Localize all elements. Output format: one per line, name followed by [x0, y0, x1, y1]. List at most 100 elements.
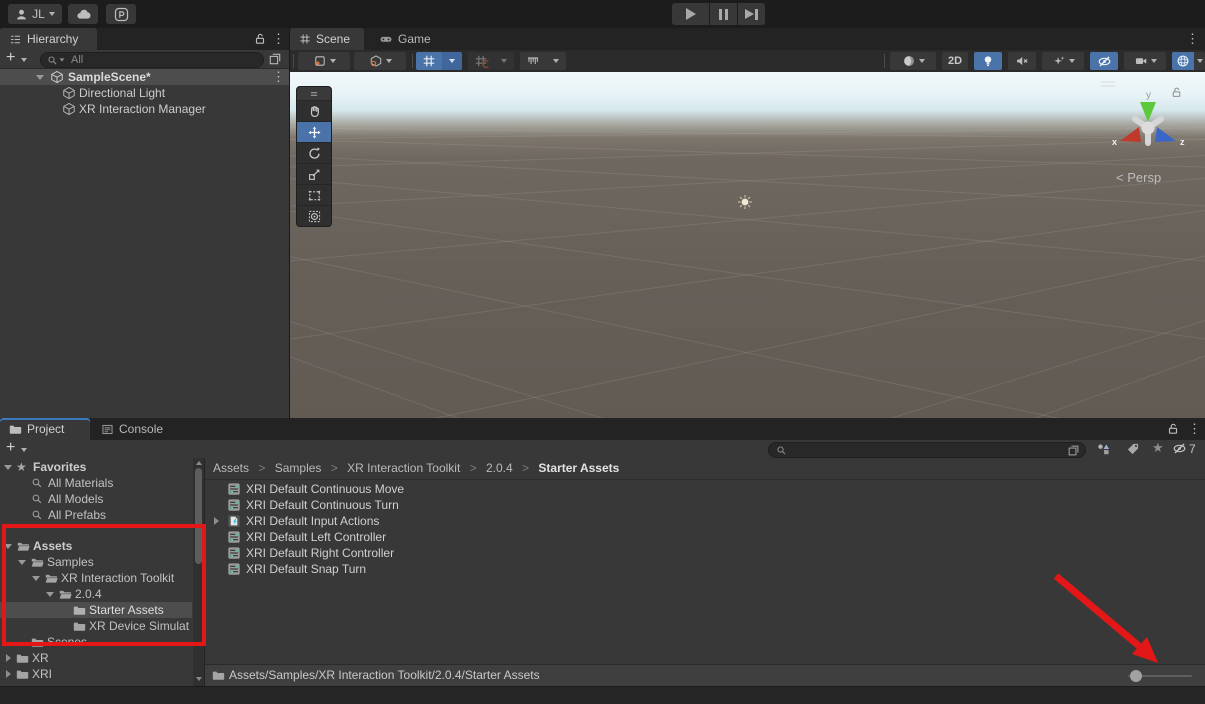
ruler-dropdown[interactable]	[546, 52, 566, 70]
caret-down-icon[interactable]	[18, 560, 26, 565]
audio-toggle-button[interactable]	[1008, 52, 1036, 70]
tree-item-all-materials[interactable]: All Materials	[0, 475, 204, 491]
tree-item-scenes[interactable]: Scenes	[0, 634, 204, 650]
scene-menu-icon[interactable]: ⋮	[1186, 28, 1199, 50]
tree-item-xri[interactable]: XRI	[0, 666, 204, 682]
hand-tool-button[interactable]	[297, 100, 331, 121]
breadcrumb-item[interactable]: 2.0.4	[486, 461, 513, 475]
add-gameobject-button[interactable]: +	[6, 49, 15, 67]
shading-mode-button[interactable]	[890, 52, 936, 70]
scene-visibility-button[interactable]	[1090, 52, 1118, 70]
axis-z-cone[interactable]	[1155, 127, 1176, 142]
tab-game[interactable]: Game	[370, 28, 448, 50]
caret-down-icon[interactable]	[4, 465, 12, 470]
hidden-count-button[interactable]: 7	[1172, 441, 1196, 456]
axis-x-cone[interactable]	[1120, 127, 1141, 142]
asset-row[interactable]: XRI Default Snap Turn	[205, 561, 1195, 577]
rect-tool-button[interactable]	[297, 184, 331, 205]
breadcrumb-item[interactable]: XR Interaction Toolkit	[347, 461, 460, 475]
filter-by-type-icon[interactable]	[1096, 442, 1111, 457]
asset-row[interactable]: XRI Default Continuous Turn	[205, 497, 1195, 513]
hierarchy-menu-icon[interactable]: ⋮	[272, 28, 285, 50]
caret-right-icon[interactable]	[6, 670, 11, 678]
cloud-button[interactable]	[68, 4, 98, 24]
caret-right-icon[interactable]	[6, 654, 11, 662]
orientation-gizmo[interactable]: y x z	[1106, 82, 1190, 166]
asset-row[interactable]: XRI Default Right Controller	[205, 545, 1195, 561]
gizmos-dropdown[interactable]	[1194, 52, 1205, 70]
scroll-down-icon[interactable]	[196, 677, 202, 681]
create-dropdown-icon[interactable]	[21, 448, 27, 452]
step-button[interactable]	[738, 3, 765, 25]
version-control-button[interactable]	[106, 4, 136, 24]
scale-tool-button[interactable]	[297, 163, 331, 184]
move-tool-button[interactable]	[297, 121, 331, 142]
tool-pivot-button[interactable]	[298, 52, 350, 70]
caret-down-icon[interactable]	[4, 544, 12, 549]
hierarchy-search-field[interactable]	[40, 52, 264, 68]
ruler-button[interactable]	[520, 52, 546, 70]
tree-item-starter-assets[interactable]: Starter Assets	[0, 602, 192, 618]
tab-hierarchy[interactable]: Hierarchy	[0, 28, 97, 50]
account-button[interactable]: JL	[8, 4, 62, 24]
tab-scene[interactable]: Scene	[290, 28, 364, 50]
overlay-handle[interactable]	[297, 87, 331, 100]
play-button[interactable]	[672, 3, 709, 25]
add-dropdown-icon[interactable]	[21, 58, 27, 62]
breadcrumb-item[interactable]: Samples	[275, 461, 322, 475]
caret-right-icon[interactable]	[214, 517, 219, 525]
open-search-window-icon[interactable]	[1067, 444, 1080, 457]
increment-snap-button[interactable]	[468, 52, 494, 70]
tree-item-favorites[interactable]: ★ Favorites	[0, 459, 204, 475]
grid-snap-dropdown[interactable]	[442, 52, 462, 70]
favorites-filter-icon[interactable]: ★	[1152, 440, 1164, 456]
asset-row[interactable]: XRI Default Left Controller	[205, 529, 1195, 545]
hierarchy-row[interactable]: Directional Light	[0, 85, 289, 101]
scene-viewport[interactable]: y x z < Persp	[290, 72, 1205, 418]
tree-item-204[interactable]: 2.0.4	[0, 586, 204, 602]
effects-button[interactable]	[1042, 52, 1084, 70]
lock-icon[interactable]	[1166, 422, 1180, 436]
gizmos-button[interactable]	[1172, 52, 1194, 70]
lighting-toggle-button[interactable]	[974, 52, 1002, 70]
tab-console[interactable]: Console	[92, 418, 182, 440]
breadcrumb-item[interactable]: Assets	[213, 461, 249, 475]
rotate-tool-button[interactable]	[297, 142, 331, 163]
tree-item-assets[interactable]: Assets	[0, 538, 204, 554]
tool-rotation-button[interactable]	[354, 52, 406, 70]
breadcrumb-item-current[interactable]: Starter Assets	[538, 461, 619, 475]
scrollbar-thumb[interactable]	[195, 468, 202, 564]
tree-item-xr-interaction-toolkit[interactable]: XR Interaction Toolkit	[0, 570, 204, 586]
project-menu-icon[interactable]: ⋮	[1188, 418, 1201, 440]
caret-down-icon[interactable]	[46, 592, 54, 597]
caret-down-icon[interactable]	[32, 576, 40, 581]
grid-snap-button[interactable]	[416, 52, 442, 70]
search-type-dropdown-icon[interactable]	[60, 58, 65, 61]
hierarchy-row[interactable]: XR Interaction Manager	[0, 101, 289, 117]
tree-item-xr[interactable]: XR	[0, 650, 204, 666]
camera-settings-button[interactable]	[1124, 52, 1166, 70]
increment-snap-dropdown[interactable]	[494, 52, 514, 70]
asset-row[interactable]: XRI Default Input Actions	[205, 513, 1195, 529]
tree-item-samples[interactable]: Samples	[0, 554, 204, 570]
collapse-caret-icon[interactable]	[36, 75, 44, 80]
project-search-input[interactable]	[792, 443, 1067, 457]
tree-item-all-models[interactable]: All Models	[0, 491, 204, 507]
filter-by-label-icon[interactable]	[1126, 442, 1140, 456]
tab-project[interactable]: Project	[0, 418, 90, 440]
projection-label[interactable]: < Persp	[1116, 170, 1161, 185]
axis-y-cone[interactable]	[1140, 102, 1156, 122]
transform-tool-button[interactable]	[297, 205, 331, 226]
create-asset-button[interactable]: +	[6, 439, 15, 457]
hierarchy-row-scene[interactable]: SampleScene* ⋮	[0, 69, 289, 85]
tree-scrollbar[interactable]	[193, 458, 204, 686]
2d-toggle-button[interactable]: 2D	[942, 52, 968, 70]
asset-row[interactable]: XRI Default Continuous Move	[205, 481, 1195, 497]
open-window-icon[interactable]	[268, 52, 282, 66]
zoom-slider[interactable]	[1130, 670, 1142, 682]
directional-light-gizmo[interactable]	[737, 194, 753, 210]
hierarchy-search-input[interactable]	[69, 53, 263, 67]
tree-item-xr-device-simulator[interactable]: XR Device Simulat	[0, 618, 192, 634]
tree-item-all-prefabs[interactable]: All Prefabs	[0, 507, 204, 523]
pause-button[interactable]	[710, 3, 737, 25]
